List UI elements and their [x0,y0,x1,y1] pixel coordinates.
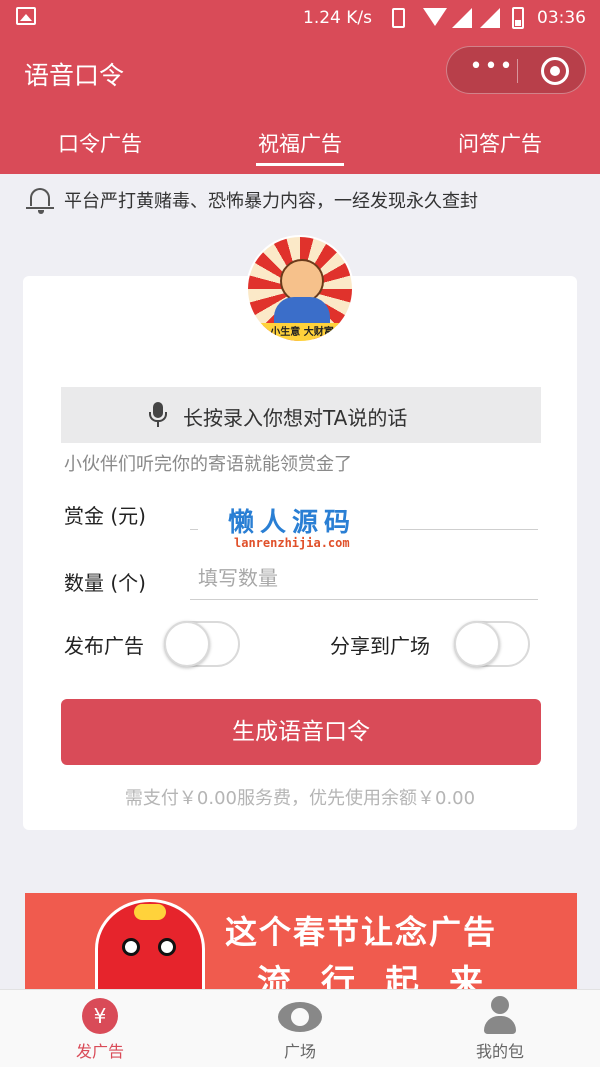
share-toggle[interactable] [454,621,530,667]
payment-note: 需支付￥0.00服务费，优先使用余额￥0.00 [124,788,476,809]
page-title: 语音口令 [24,61,125,90]
quantity-placeholder: 填写数量 [198,566,278,590]
tab-blessing-ad[interactable]: 祝福广告 [200,128,400,158]
tab-qa-ad[interactable]: 问答广告 [400,128,600,158]
image-icon [16,7,36,25]
status-bar: 1.24 K/s 03:36 [0,0,600,36]
lion-eye [122,938,140,956]
tab-password-ad[interactable]: 口令广告 [0,128,200,158]
toggle-knob [454,621,500,667]
more-button[interactable]: ••• [467,56,517,82]
user-icon [484,996,516,1036]
promo-banner[interactable]: 这个春节让念广告 流行起来 [25,893,577,989]
user-icon-head [491,996,509,1014]
notice-text: 平台严打黄赌毒、恐怖暴力内容，一经发现永久查封 [64,191,478,212]
nav-square[interactable]: 广场 [200,990,400,1067]
publish-toggle[interactable] [164,621,240,667]
nav-post-ad[interactable]: ¥ 发广告 [0,990,200,1067]
quantity-input[interactable]: 填写数量 [190,560,538,600]
capsule-divider [517,59,518,83]
toggle-knob [164,621,210,667]
watermark-logo: 懒人源码 lanrenzhijia.com [198,496,400,556]
nav-label: 广场 [283,1042,316,1061]
mini-program-capsule: ••• [446,46,586,94]
network-speed: 1.24 K/s [303,8,372,28]
avatar: 小生意 大财富 [246,235,354,343]
active-tab-indicator [256,163,344,166]
signal-icon [452,8,472,28]
record-button-label: 长按录入你想对TA说的话 [183,406,408,430]
microphone-stem [157,421,159,427]
clock: 03:36 [537,8,586,28]
reward-label: 赏金 (元) [64,504,146,528]
tab-bar: 口令广告 祝福广告 问答广告 [0,124,600,174]
avatar-slogan: 小生意 大财富 [248,323,352,341]
nav-label: 我的包 [475,1042,524,1061]
microphone-icon [149,402,167,422]
share-label: 分享到广场 [330,634,430,658]
watermark-url: lanrenzhijia.com [234,536,350,550]
notice-bar: 平台严打黄赌毒、恐怖暴力内容，一经发现永久查封 [0,174,600,224]
eye-icon [278,1002,322,1032]
lion-eye [158,938,176,956]
nav-label: 发广告 [75,1042,124,1061]
wifi-icon [423,8,447,26]
record-hint: 小伙伴们听完你的寄语就能领赏金了 [64,454,352,475]
app-header: 语音口令 ••• 口令广告 祝福广告 问答广告 [0,36,600,174]
vibrate-icon [392,8,405,28]
battery-icon [512,7,524,29]
record-voice-button[interactable]: 长按录入你想对TA说的话 [61,387,541,443]
lion-dance-illustration [95,899,205,989]
nav-my-wallet[interactable]: 我的包 [400,990,600,1067]
banner-headline: 这个春节让念广告 [225,913,498,951]
watermark-title: 懒人源码 [228,508,357,538]
close-circle-icon[interactable] [541,57,569,85]
generate-voice-password-button[interactable]: 生成语音口令 [61,699,541,765]
yen-icon: ¥ [82,998,118,1034]
bell-icon [26,188,54,214]
publish-label: 发布广告 [64,634,144,658]
quantity-label: 数量 (个) [64,571,146,595]
lion-crown [134,904,166,920]
bottom-nav: ¥ 发广告 广场 我的包 [0,989,600,1067]
banner-subline: 流行起来 [257,963,513,989]
user-icon-body [484,1016,516,1034]
signal-icon [480,8,500,28]
